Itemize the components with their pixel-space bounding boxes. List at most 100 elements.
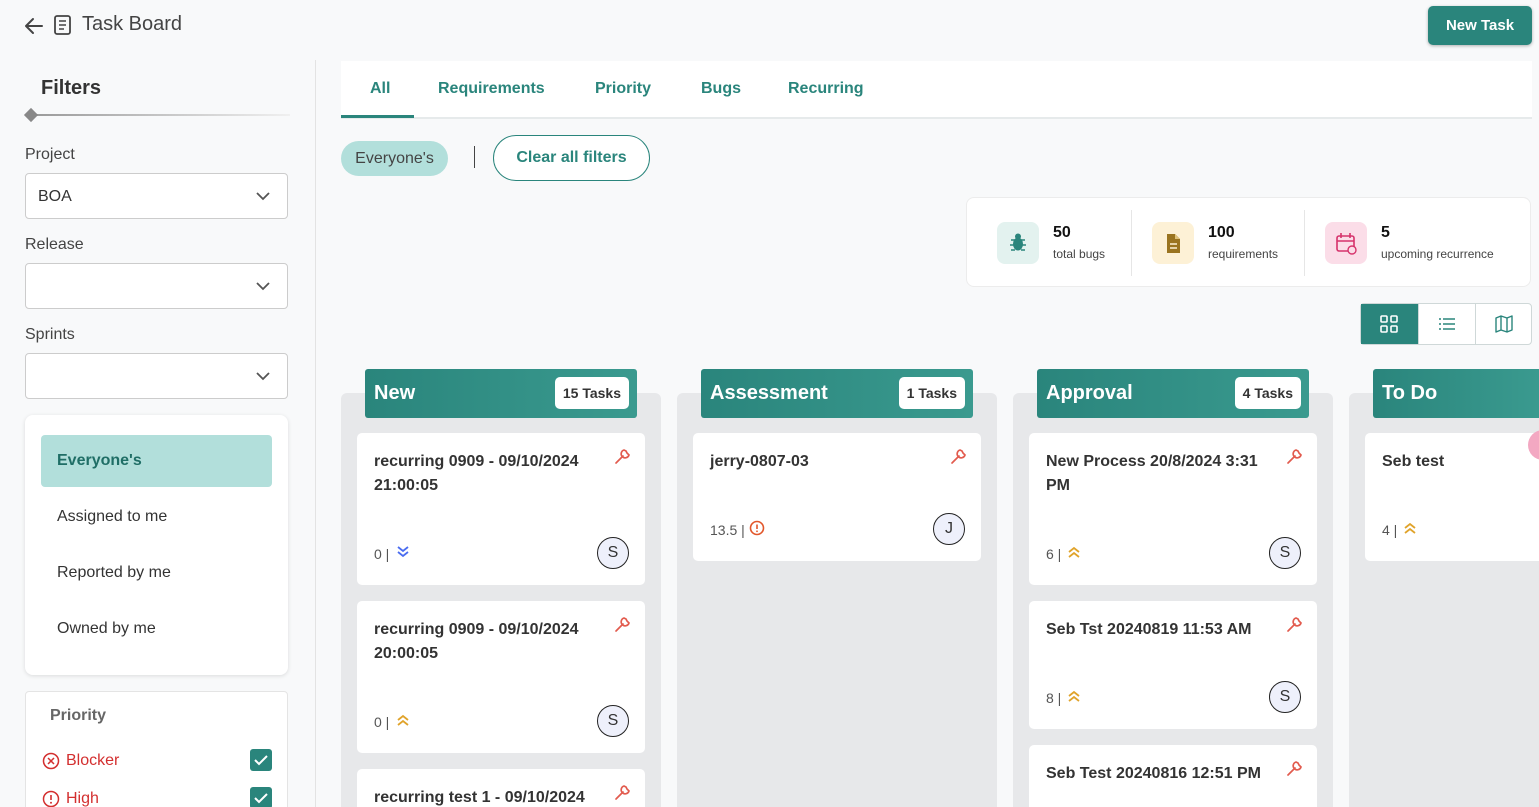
column-task-count: 1 Tasks bbox=[898, 377, 965, 409]
active-tab-indicator bbox=[341, 115, 414, 118]
task-card[interactable]: recurring 0909 - 09/10/2024 20:00:05 0 |… bbox=[357, 601, 645, 753]
avatar[interactable]: S bbox=[597, 705, 629, 737]
column-title: New bbox=[374, 382, 416, 404]
column-task-count: 15 Tasks bbox=[554, 377, 629, 409]
task-card[interactable]: recurring 0909 - 09/10/2024 21:00:05 0 |… bbox=[357, 433, 645, 585]
priority-filter-card: Priority Blocker High bbox=[25, 691, 288, 807]
avatar[interactable]: S bbox=[1269, 681, 1301, 713]
grid-icon bbox=[1380, 315, 1398, 333]
release-select[interactable] bbox=[25, 263, 288, 309]
chevron-down-icon bbox=[256, 372, 270, 381]
scope-filter-card: Everyone's Assigned to me Reported by me… bbox=[25, 415, 288, 675]
priority-label-blocker: Blocker bbox=[66, 752, 120, 769]
column-header-assessment: Assessment 1 Tasks bbox=[701, 369, 973, 418]
scope-owned-by-me[interactable]: Owned by me bbox=[41, 603, 272, 655]
priority-low-icon bbox=[397, 546, 409, 558]
task-card[interactable]: Seb Tst 20240819 11:53 AM 8 | S bbox=[1029, 601, 1317, 729]
board-document-icon bbox=[54, 15, 71, 35]
map-view-button[interactable] bbox=[1475, 304, 1532, 344]
stat-divider bbox=[1304, 210, 1305, 276]
chip-divider bbox=[474, 146, 475, 168]
calendar-recur-icon bbox=[1325, 222, 1367, 264]
tab-recurring[interactable]: Recurring bbox=[788, 80, 864, 98]
filters-sidebar: Filters Project BOA Release Sprints Ever… bbox=[0, 60, 316, 807]
tab-all[interactable]: All bbox=[370, 80, 390, 98]
back-arrow-icon[interactable] bbox=[22, 14, 46, 38]
task-card[interactable]: Seb Test 20240816 12:51 PM bbox=[1029, 745, 1317, 807]
priority-row-blocker: Blocker bbox=[42, 749, 272, 773]
page-title: Task Board bbox=[82, 13, 183, 35]
project-select[interactable]: BOA bbox=[25, 173, 288, 219]
filter-chip-everyones[interactable]: Everyone's bbox=[341, 141, 448, 176]
task-title: Seb test bbox=[1382, 453, 1445, 470]
column-title: Assessment bbox=[710, 382, 828, 404]
priority-medium-icon bbox=[397, 714, 409, 726]
clear-all-filters-button[interactable]: Clear all filters bbox=[493, 135, 650, 181]
scope-everyones[interactable]: Everyone's bbox=[41, 435, 272, 487]
blocker-checkbox[interactable] bbox=[250, 749, 272, 771]
stat-recurrence-label: upcoming recurrence bbox=[1381, 247, 1494, 261]
column-title: To Do bbox=[1382, 382, 1438, 404]
checkmark-icon bbox=[254, 755, 268, 766]
list-view-button[interactable] bbox=[1418, 304, 1475, 344]
task-points: 4 | bbox=[1382, 522, 1398, 538]
task-points: 13.5 | bbox=[710, 522, 745, 538]
stats-card: 50 total bugs 100 requirements 5 upcomin… bbox=[966, 197, 1531, 287]
list-icon bbox=[1439, 318, 1455, 330]
project-select-value: BOA bbox=[38, 188, 72, 205]
stat-requirements-value: 100 bbox=[1208, 224, 1235, 241]
high-checkbox[interactable] bbox=[250, 787, 272, 807]
points-value: 0 bbox=[374, 714, 382, 730]
avatar[interactable]: J bbox=[933, 513, 965, 545]
new-task-button[interactable]: New Task bbox=[1428, 6, 1532, 45]
document-icon bbox=[1152, 222, 1194, 264]
checkmark-icon bbox=[254, 793, 268, 804]
tab-priority[interactable]: Priority bbox=[595, 80, 651, 98]
high-alert-icon bbox=[42, 790, 60, 807]
chevron-down-icon bbox=[256, 192, 270, 201]
priority-medium-icon bbox=[1068, 690, 1080, 702]
sprints-select[interactable] bbox=[25, 353, 288, 399]
points-value: 8 bbox=[1046, 690, 1054, 706]
column-header-todo: To Do bbox=[1373, 369, 1539, 418]
wrench-icon bbox=[615, 785, 630, 800]
task-card[interactable]: New Process 20/8/2024 3:31 PM 6 | S bbox=[1029, 433, 1317, 585]
priority-high-icon bbox=[749, 520, 765, 536]
top-bar: Task Board New Task bbox=[0, 0, 1539, 52]
grid-view-button[interactable] bbox=[1361, 304, 1418, 344]
task-title: recurring test 1 - 09/10/2024 bbox=[374, 789, 585, 806]
points-value: 13.5 bbox=[710, 522, 738, 538]
column-task-count: 4 Tasks bbox=[1234, 377, 1301, 409]
stat-divider bbox=[1131, 210, 1132, 276]
column-header-new: New 15 Tasks bbox=[365, 369, 637, 418]
wrench-icon bbox=[1287, 449, 1302, 464]
task-points: 8 | bbox=[1046, 690, 1062, 706]
avatar[interactable]: S bbox=[1269, 537, 1301, 569]
view-toggle bbox=[1360, 303, 1532, 345]
wrench-icon bbox=[615, 617, 630, 632]
bug-icon bbox=[997, 222, 1039, 264]
task-points: 0 | bbox=[374, 546, 390, 562]
column-header-approval: Approval 4 Tasks bbox=[1037, 369, 1309, 418]
task-title: recurring 0909 - 09/10/2024 21:00:05 bbox=[374, 453, 579, 494]
scope-assigned-to-me[interactable]: Assigned to me bbox=[41, 491, 272, 543]
points-value: 0 bbox=[374, 546, 382, 562]
column-title: Approval bbox=[1046, 382, 1133, 404]
tab-bugs[interactable]: Bugs bbox=[701, 80, 741, 98]
task-card[interactable]: Seb test 4 | bbox=[1365, 433, 1539, 561]
project-label: Project bbox=[25, 146, 75, 163]
chevron-down-icon bbox=[256, 282, 270, 291]
priority-label-high: High bbox=[66, 790, 99, 807]
points-value: 4 bbox=[1382, 522, 1390, 538]
tab-requirements[interactable]: Requirements bbox=[438, 80, 545, 98]
stat-requirements-label: requirements bbox=[1208, 247, 1279, 261]
task-card[interactable]: recurring test 1 - 09/10/2024 bbox=[357, 769, 645, 807]
scope-reported-by-me[interactable]: Reported by me bbox=[41, 547, 272, 599]
stat-bugs-value: 50 bbox=[1053, 224, 1071, 241]
avatar[interactable]: S bbox=[597, 537, 629, 569]
blocker-x-icon bbox=[42, 752, 60, 770]
filters-divider-knob bbox=[23, 107, 39, 123]
wrench-icon bbox=[615, 449, 630, 464]
wrench-icon bbox=[1287, 617, 1302, 632]
task-card[interactable]: jerry-0807-03 13.5 | J bbox=[693, 433, 981, 561]
